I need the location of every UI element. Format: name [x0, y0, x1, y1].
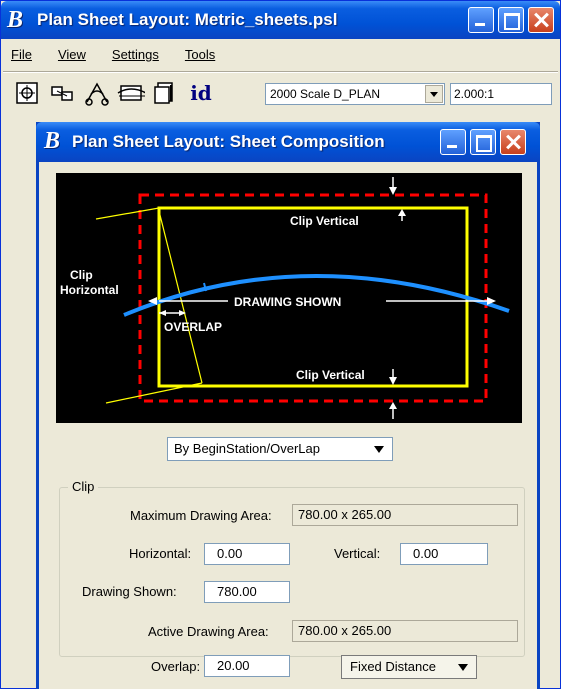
menu-bar: File View Settings Tools: [5, 47, 221, 67]
target-icon: [16, 82, 38, 104]
rectangle-button[interactable]: [117, 79, 145, 107]
max-area-value: 780.00 x 265.00: [292, 504, 518, 526]
overlap-label: Overlap:: [151, 659, 201, 674]
menu-separator: [3, 71, 558, 73]
overlap-diagram-label: OVERLAP: [164, 320, 222, 334]
ratio-field[interactable]: 2.000:1: [450, 83, 552, 105]
copy-button[interactable]: [151, 79, 179, 107]
cut-icon: [85, 82, 109, 106]
window-title: Plan Sheet Layout: Metric_sheets.psl: [37, 10, 338, 29]
overlap-mode-dropdown[interactable]: Fixed Distance: [341, 655, 477, 679]
chevron-down-icon[interactable]: [374, 446, 384, 453]
active-area-value: 780.00 x 265.00: [292, 620, 518, 642]
sheet-composition-diagram: Clip Vertical Clip Vertical Clip Horizon…: [56, 173, 522, 423]
app-logo-icon: B: [44, 128, 61, 154]
id-icon: id: [190, 81, 212, 105]
id-button[interactable]: id: [187, 79, 215, 107]
inner-title-bar[interactable]: B Plan Sheet Layout: Sheet Composition: [36, 122, 540, 162]
drawing-shown-label: Drawing Shown:: [82, 584, 177, 599]
menu-settings[interactable]: Settings: [106, 47, 165, 67]
clip-vertical-top-label: Clip Vertical: [290, 214, 359, 228]
drawing-shown-input[interactable]: 780.00: [204, 581, 290, 603]
minimize-button[interactable]: [468, 7, 494, 33]
copy-icon: [154, 82, 173, 104]
sheet-composition-window: B Plan Sheet Layout: Sheet Composition C…: [36, 122, 540, 689]
app-logo-icon: B: [7, 7, 24, 33]
horizontal-label: Horizontal:: [129, 546, 192, 561]
inner-close-button[interactable]: [500, 129, 526, 155]
method-value: By BeginStation/OverLap: [174, 441, 320, 456]
inner-minimize-button[interactable]: [440, 129, 466, 155]
rectangle-icon: [117, 85, 145, 101]
horizontal-input[interactable]: 0.00: [204, 543, 290, 565]
maximize-button[interactable]: [498, 7, 524, 33]
scale-value: 2000 Scale D_PLAN: [270, 87, 381, 101]
vertical-label: Vertical:: [334, 546, 381, 561]
method-dropdown[interactable]: By BeginStation/OverLap: [167, 437, 393, 461]
clip-group-legend: Clip: [68, 479, 99, 494]
overlap-mode-value: Fixed Distance: [350, 659, 436, 674]
target-button[interactable]: [13, 79, 41, 107]
sheets-icon: [51, 86, 73, 101]
sheets-button[interactable]: [49, 79, 77, 107]
drawing-shown-label: DRAWING SHOWN: [234, 295, 341, 309]
overlap-input[interactable]: 20.00: [204, 655, 290, 677]
menu-tools[interactable]: Tools: [179, 47, 221, 67]
title-bar[interactable]: B Plan Sheet Layout: Metric_sheets.psl: [1, 1, 560, 39]
clip-group: Clip Maximum Drawing Area: 780.00 x 265.…: [59, 479, 525, 657]
chevron-down-icon[interactable]: [425, 85, 443, 103]
clip-horizontal-label-1: Clip: [70, 268, 93, 282]
inner-window-title: Plan Sheet Layout: Sheet Composition: [72, 132, 385, 151]
close-button[interactable]: [528, 7, 554, 33]
menu-view[interactable]: View: [52, 47, 92, 67]
inner-maximize-button[interactable]: [470, 129, 496, 155]
scale-dropdown[interactable]: 2000 Scale D_PLAN: [265, 83, 445, 105]
menu-file[interactable]: File: [5, 47, 38, 67]
clip-horizontal-label-2: Horizontal: [60, 283, 119, 297]
active-area-label: Active Drawing Area:: [148, 624, 269, 639]
clip-vertical-bottom-label: Clip Vertical: [296, 368, 365, 382]
chevron-down-icon[interactable]: [458, 664, 468, 671]
max-area-label: Maximum Drawing Area:: [130, 508, 272, 523]
cut-button[interactable]: [83, 79, 111, 107]
vertical-input[interactable]: 0.00: [400, 543, 488, 565]
